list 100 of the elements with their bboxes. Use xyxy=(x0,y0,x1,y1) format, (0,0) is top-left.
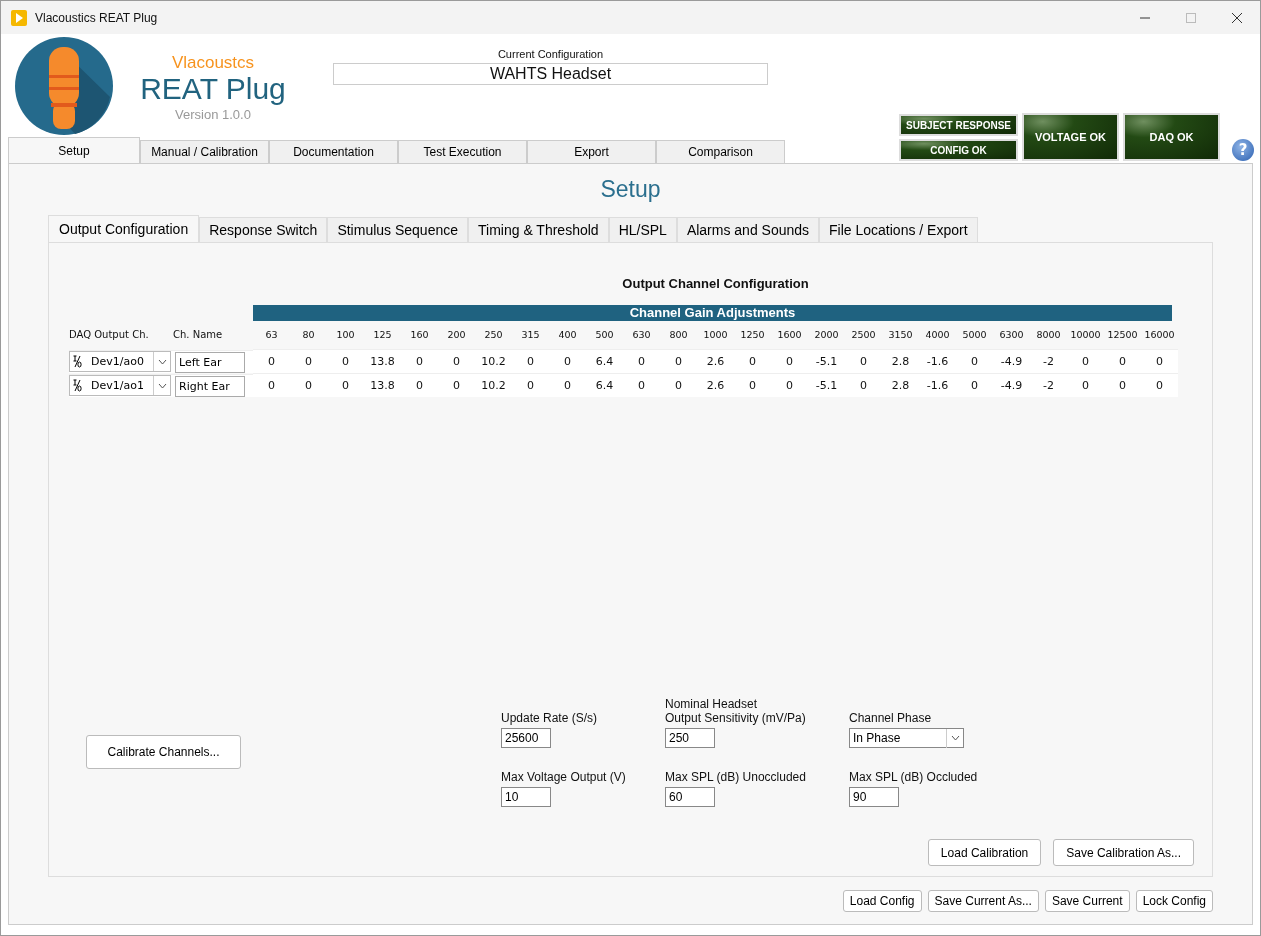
calibrate-button[interactable]: Calibrate Channels... xyxy=(86,735,241,769)
table-cell: 0 xyxy=(734,373,771,397)
current-configuration-field: WAHTS Headset xyxy=(333,63,768,85)
column-header: 500 xyxy=(594,328,615,342)
table-cell: 10.2 xyxy=(475,349,512,373)
input-field[interactable]: 60 xyxy=(665,787,715,807)
field-label: Channel Phase xyxy=(849,711,933,725)
table-cell: 0 xyxy=(1067,349,1104,373)
column-header: 800 xyxy=(668,328,689,342)
status-indicator: SUBJECT RESPONSE xyxy=(899,114,1018,136)
field-label: Nominal Headset Output Sensitivity (mV/Pa) xyxy=(665,697,807,725)
config-button[interactable]: Lock Config xyxy=(1135,890,1213,912)
channel-dropdown[interactable]: Dev1/ao0 xyxy=(69,351,171,372)
column-header: 8000 xyxy=(1035,328,1062,342)
tab[interactable]: Alarms and Sounds xyxy=(676,217,820,242)
table-cell: 2.8 xyxy=(882,349,919,373)
table-cell: 0 xyxy=(1067,373,1104,397)
app-icon xyxy=(11,9,27,26)
product-title: REAT Plug xyxy=(140,73,286,105)
config-button[interactable]: Save Current As... xyxy=(927,890,1039,912)
input-field[interactable]: 250 xyxy=(665,728,715,748)
field-label: Max Voltage Output (V) xyxy=(501,770,627,784)
table-cell: -1.6 xyxy=(919,373,956,397)
tab[interactable]: Response Switch xyxy=(199,217,328,242)
channel-name-field[interactable]: Right Ear xyxy=(175,375,245,397)
column-header: 5000 xyxy=(961,328,988,342)
column-header: 4000 xyxy=(924,328,951,342)
status-indicator: VOLTAGE OK xyxy=(1022,113,1119,161)
status-indicator: DAQ OK xyxy=(1123,113,1220,161)
calibration-button[interactable]: Save Calibration As... xyxy=(1053,839,1194,866)
table-cell: 13.8 xyxy=(364,373,401,397)
window-title: Vlacoustics REAT Plug xyxy=(35,10,158,25)
calibration-button[interactable]: Load Calibration xyxy=(927,839,1042,866)
tab[interactable]: Manual / Calibration xyxy=(140,140,269,163)
column-header: 2000 xyxy=(813,328,840,342)
table-cell: -5.1 xyxy=(808,373,845,397)
table-cell: 0 xyxy=(438,373,475,397)
input-field[interactable]: 90 xyxy=(849,787,899,807)
table-cell: 0 xyxy=(660,373,697,397)
channel-name-field[interactable]: Left Ear xyxy=(175,351,245,373)
table-cell: 0 xyxy=(1141,373,1178,397)
close-icon xyxy=(1232,12,1242,23)
table-cell: 13.8 xyxy=(364,349,401,373)
caret-icon xyxy=(157,382,167,389)
table-cell: 0 xyxy=(1141,349,1178,373)
tab[interactable]: Export xyxy=(527,140,656,163)
section-title: Output Channel Configuration xyxy=(621,276,810,291)
table-cell: 2.6 xyxy=(697,373,734,397)
column-header: 1000 xyxy=(702,328,729,342)
field-label: Update Rate (S/s) xyxy=(501,711,599,725)
column-header: 12500 xyxy=(1106,328,1139,342)
tab[interactable]: Test Execution xyxy=(398,140,527,163)
channel-dropdown[interactable]: Dev1/ao1 xyxy=(69,375,171,396)
column-header: 250 xyxy=(483,328,504,342)
table-cell: -4.9 xyxy=(993,373,1030,397)
column-header: 400 xyxy=(557,328,578,342)
table-cell: 0 xyxy=(771,373,808,397)
io-icon xyxy=(73,355,82,368)
table-cell: 10.2 xyxy=(475,373,512,397)
table-cell: 0 xyxy=(956,349,993,373)
table-cell: 0 xyxy=(623,373,660,397)
table-cell: 0 xyxy=(401,373,438,397)
phase-dropdown[interactable]: In Phase xyxy=(849,728,964,748)
table-cell: 0 xyxy=(660,349,697,373)
table-cell: 0 xyxy=(512,373,549,397)
config-button[interactable]: Load Config xyxy=(842,890,922,912)
tab[interactable]: Output Configuration xyxy=(48,215,200,242)
input-field[interactable]: 25600 xyxy=(501,728,551,748)
config-button[interactable]: Save Current xyxy=(1044,890,1130,912)
column-header: Ch. Name xyxy=(173,328,224,342)
tab[interactable]: Stimulus Sequence xyxy=(327,217,468,242)
table-cell: 6.4 xyxy=(586,349,623,373)
table-cell: 2.8 xyxy=(882,373,919,397)
column-header: DAQ Output Ch. xyxy=(69,328,150,342)
tab[interactable]: Timing & Threshold xyxy=(468,217,609,242)
field-label: Max SPL (dB) Unoccluded xyxy=(665,770,807,784)
table-cell: -4.9 xyxy=(993,349,1030,373)
table-cell: 0 xyxy=(1104,373,1141,397)
field-label: Max SPL (dB) Occluded xyxy=(849,770,979,784)
tab[interactable]: HL/SPL xyxy=(608,217,677,242)
io-icon xyxy=(73,379,82,392)
column-header: 2500 xyxy=(850,328,877,342)
tab[interactable]: Comparison xyxy=(656,140,785,163)
table-cell: 0 xyxy=(956,373,993,397)
column-header: 3150 xyxy=(887,328,914,342)
table-cell: 0 xyxy=(623,349,660,373)
table-cell: 0 xyxy=(327,373,364,397)
table-cell: 0 xyxy=(734,349,771,373)
table-cell: 0 xyxy=(549,373,586,397)
column-header: 125 xyxy=(372,328,393,342)
column-header: 200 xyxy=(446,328,467,342)
table-cell: 0 xyxy=(845,349,882,373)
tab[interactable]: Setup xyxy=(8,137,140,163)
input-field[interactable]: 10 xyxy=(501,787,551,807)
tab[interactable]: Documentation xyxy=(269,140,398,163)
caret-icon xyxy=(950,735,960,741)
tab[interactable]: File Locations / Export xyxy=(819,217,978,242)
brand-name: Vlacoustcs xyxy=(171,53,255,73)
table-cell: 0 xyxy=(327,349,364,373)
version-label: Version 1.0.0 xyxy=(175,107,251,122)
